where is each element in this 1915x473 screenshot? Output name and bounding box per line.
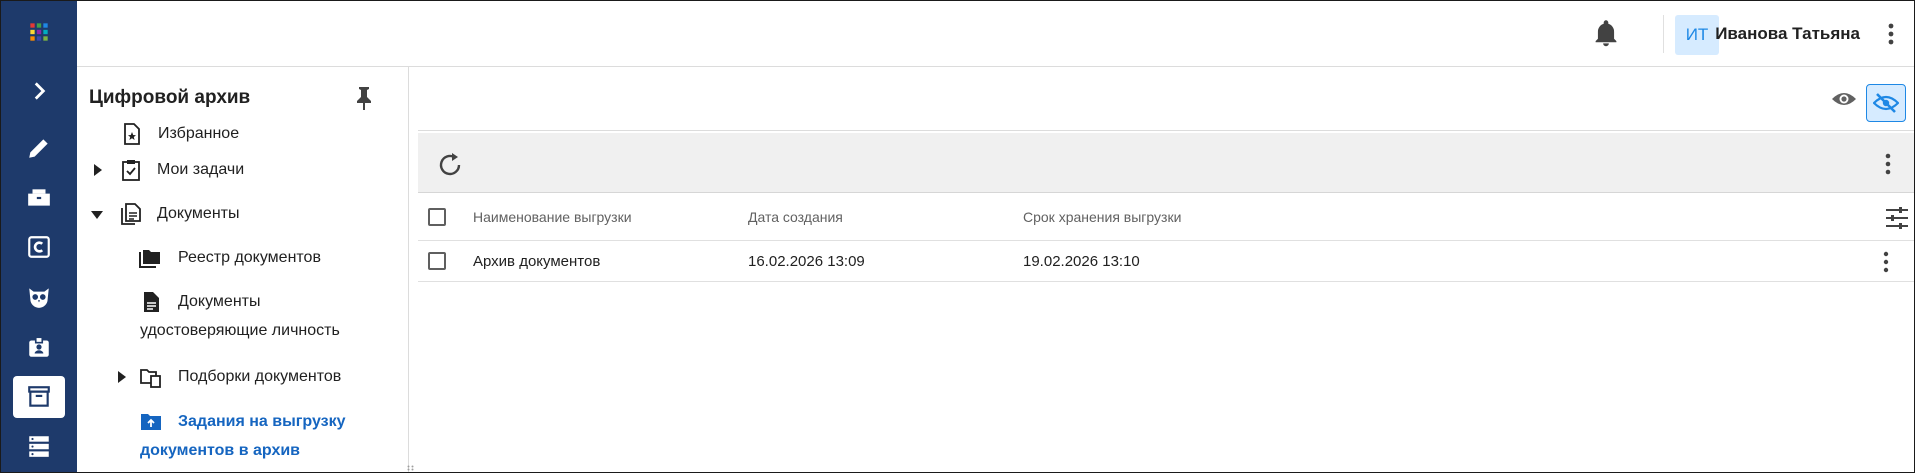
sidebar-item-document-collections[interactable]: Подборки документов (77, 362, 409, 392)
sidebar-item-label: Мои задачи (157, 161, 245, 178)
refresh-icon[interactable] (436, 151, 464, 179)
folder-upload-icon (141, 414, 161, 430)
folder-copy-icon (140, 369, 161, 388)
documents-icon (121, 203, 141, 225)
column-header-name[interactable]: Наименование выгрузки (473, 209, 632, 225)
app-rail (1, 1, 77, 472)
app-window: ИТ Иванова Татьяна Цифровой архив Избран… (0, 0, 1915, 473)
sidebar-item-favorites[interactable]: Избранное (77, 119, 409, 149)
inbox-tray-icon (28, 189, 50, 206)
more-vertical-icon[interactable] (1883, 151, 1893, 177)
rail-c-button[interactable] (13, 226, 65, 268)
rail-inbox-button[interactable] (13, 177, 65, 219)
column-settings-icon[interactable] (1884, 205, 1910, 231)
pencil-icon (29, 139, 48, 158)
sidebar-item-label: Реестр документов (178, 249, 321, 266)
c-square-icon (28, 236, 50, 258)
sidebar-item-documents[interactable]: Документы (77, 199, 409, 229)
more-vertical-icon[interactable] (1881, 250, 1891, 274)
cell-created: 16.02.2026 13:09 (748, 253, 865, 270)
apps-button[interactable] (13, 11, 65, 53)
cell-name: Архив документов (473, 253, 601, 270)
rail-badge-button[interactable] (13, 326, 65, 368)
select-all-checkbox[interactable] (428, 208, 446, 226)
cell-retention: 19.02.2026 13:10 (1023, 253, 1140, 270)
server-stack-icon (29, 436, 49, 457)
caret-down-icon[interactable] (91, 210, 103, 220)
sidebar-item-export-tasks[interactable]: Задания на выгрузку документов в архив (77, 407, 409, 465)
resize-handle-icon[interactable] (407, 465, 415, 471)
view-toolbar (418, 67, 1914, 131)
document-icon (144, 292, 159, 312)
user-name[interactable]: Иванова Татьяна (1715, 24, 1860, 44)
sidebar-item-label-line2: удостоверяющие личность (140, 322, 340, 339)
main-content: Наименование выгрузки Дата создания Срок… (418, 67, 1914, 472)
header-divider (1663, 15, 1664, 53)
grid-apps-icon (30, 23, 48, 41)
sidebar-item-label-line2: документов в архив (140, 442, 301, 459)
sidebar-item-my-tasks[interactable]: Мои задачи (77, 155, 409, 185)
caret-right-icon[interactable] (93, 164, 103, 176)
action-toolbar (418, 133, 1914, 193)
clipboard-icon (122, 160, 140, 181)
table-row[interactable]: Архив документов 16.02.2026 13:09 19.02.… (418, 241, 1914, 282)
column-header-retention[interactable]: Срок хранения выгрузки (1023, 209, 1181, 225)
sidebar-item-label: Документы (157, 205, 240, 222)
show-hidden-button[interactable] (1829, 84, 1859, 114)
sidebar-item-document-registry[interactable]: Реестр документов (77, 243, 409, 273)
rail-archive-button[interactable] (13, 376, 65, 418)
column-header-created[interactable]: Дата создания (748, 209, 843, 225)
sidebar: Цифровой архив Избранное Мои задачи Доку… (77, 67, 414, 472)
archive-box-icon (28, 386, 50, 407)
bell-icon[interactable] (1592, 18, 1620, 48)
sidebar-item-label: Избранное (158, 125, 240, 142)
rail-owl-button[interactable] (13, 276, 65, 318)
star-document-icon (124, 123, 140, 145)
row-checkbox[interactable] (428, 252, 446, 270)
table-header: Наименование выгрузки Дата создания Срок… (418, 193, 1914, 241)
eye-off-icon (1873, 93, 1899, 113)
caret-right-icon[interactable] (117, 371, 127, 383)
hide-hidden-button[interactable] (1866, 84, 1906, 122)
sidebar-item-identity-documents[interactable]: Документы удостоверяющие личность (77, 287, 409, 345)
eye-icon (1832, 93, 1856, 105)
more-vertical-icon[interactable] (1886, 21, 1896, 47)
pin-icon[interactable] (353, 85, 375, 111)
sidebar-item-label: Подборки документов (178, 368, 342, 385)
owl-icon (29, 288, 49, 308)
expand-rail-button[interactable] (13, 70, 65, 112)
rail-edit-button[interactable] (13, 127, 65, 169)
folders-icon (139, 250, 160, 268)
badge-user-icon (29, 336, 49, 357)
chevron-right-icon (34, 82, 46, 100)
sidebar-item-label: Документы (178, 293, 261, 310)
sidebar-item-label: Задания на выгрузку (178, 413, 346, 430)
avatar[interactable]: ИТ (1675, 15, 1719, 55)
top-header: ИТ Иванова Татьяна (77, 1, 1914, 67)
sidebar-title: Цифровой архив (89, 87, 251, 108)
rail-server-button[interactable] (13, 425, 65, 467)
